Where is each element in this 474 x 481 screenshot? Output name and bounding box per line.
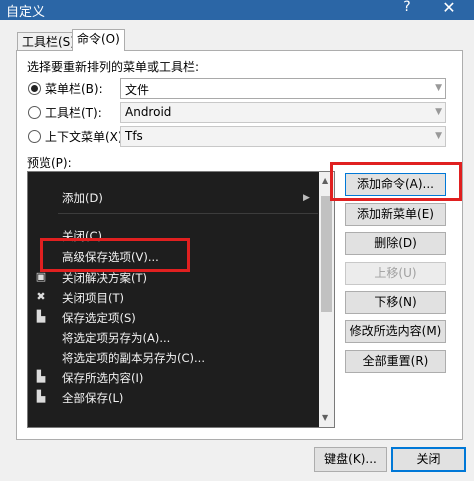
- context-menu-combo-value: Tfs: [125, 129, 143, 143]
- menubar-radio[interactable]: [28, 82, 41, 95]
- customize-dialog: 自定义 ? ✕ 工具栏(S) 命令(O) 选择要重新排列的菜单或工具栏: 菜单栏…: [0, 0, 474, 481]
- toolbar-combo-value: Android: [125, 105, 172, 119]
- preview-list[interactable]: 添加(D) ▶ 关闭(C) 高级保存选项(V)... ▣ 关闭解决方案(T) ✖…: [27, 171, 335, 428]
- move-up-button[interactable]: 上移(U): [345, 262, 446, 285]
- preview-item-save-selected[interactable]: 保存选定项(S): [62, 310, 136, 326]
- toolbar-label: 工具栏(T):: [45, 106, 102, 120]
- preview-item-add[interactable]: 添加(D): [62, 190, 103, 206]
- title-bar[interactable]: 自定义 ? ✕: [0, 0, 474, 20]
- scroll-up-icon[interactable]: ▲: [322, 176, 328, 185]
- save-all-icon: ▙: [36, 390, 46, 403]
- preview-item-save-copy-as[interactable]: 将选定项的副本另存为(C)...: [62, 350, 205, 366]
- chevron-down-icon: ▼: [435, 83, 442, 93]
- annotation-highlight-advanced-save: [40, 238, 190, 272]
- preview-label: 预览(P):: [27, 156, 72, 170]
- scrollbar-thumb[interactable]: [321, 196, 332, 312]
- window-title: 自定义: [6, 5, 46, 20]
- move-down-button[interactable]: 下移(N): [345, 291, 446, 314]
- add-new-menu-button[interactable]: 添加新菜单(E): [345, 203, 446, 226]
- preview-item-save-all[interactable]: 全部保存(L): [62, 390, 123, 406]
- preview-item-save-selection[interactable]: 保存所选内容(I): [62, 370, 143, 386]
- menu-separator: [58, 213, 318, 214]
- context-menu-radio[interactable]: [28, 130, 41, 143]
- preview-item-close-project[interactable]: 关闭项目(T): [62, 290, 124, 306]
- toolbar-radio[interactable]: [28, 106, 41, 119]
- modify-selection-button[interactable]: 修改所选内容(M): [345, 320, 446, 343]
- close-button[interactable]: 关闭: [391, 447, 466, 472]
- preview-item-close-solution[interactable]: 关闭解决方案(T): [62, 270, 147, 286]
- close-window-button[interactable]: ✕: [434, 0, 464, 18]
- save-icon: ▙: [36, 310, 46, 323]
- close-solution-icon: ▣: [35, 270, 47, 283]
- annotation-highlight-add-command: [330, 162, 462, 201]
- context-menu-label: 上下文菜单(X):: [45, 130, 127, 144]
- save-icon: ▙: [36, 370, 46, 383]
- scroll-down-icon[interactable]: ▼: [322, 413, 328, 422]
- delete-button[interactable]: 删除(D): [345, 232, 446, 255]
- menubar-combo-value: 文件: [125, 83, 150, 97]
- context-menu-combo[interactable]: Tfs ▼: [120, 126, 446, 147]
- keyboard-button[interactable]: 键盘(K)...: [314, 447, 387, 472]
- section-label: 选择要重新排列的菜单或工具栏:: [27, 60, 200, 74]
- menubar-label: 菜单栏(B):: [45, 82, 103, 96]
- tab-commands[interactable]: 命令(O): [72, 29, 125, 51]
- menubar-combo[interactable]: 文件 ▼: [120, 78, 446, 99]
- chevron-down-icon: ▼: [435, 131, 442, 141]
- reset-all-button[interactable]: 全部重置(R): [345, 350, 446, 373]
- tab-toolbars[interactable]: 工具栏(S): [17, 32, 80, 51]
- submenu-arrow-icon: ▶: [303, 193, 310, 203]
- toolbar-combo[interactable]: Android ▼: [120, 102, 446, 123]
- close-project-icon: ✖: [36, 290, 46, 303]
- help-button[interactable]: ?: [396, 0, 418, 19]
- chevron-down-icon: ▼: [435, 107, 442, 117]
- preview-scrollbar[interactable]: ▲ ▼: [319, 172, 334, 427]
- preview-item-save-selected-as[interactable]: 将选定项另存为(A)...: [62, 330, 170, 346]
- radio-selected-dot: [31, 85, 38, 92]
